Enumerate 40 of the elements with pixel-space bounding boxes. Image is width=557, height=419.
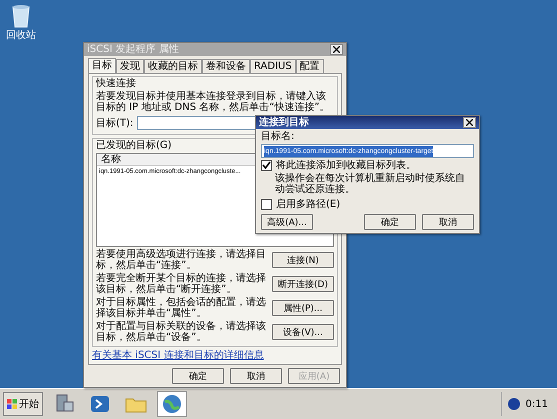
tab[interactable]: 目标 bbox=[88, 58, 116, 73]
help-link[interactable]: 有关基本 iSCSI 连接和目标的详细信息 bbox=[92, 350, 264, 361]
dialog-button[interactable]: 确定 bbox=[364, 214, 416, 230]
globe-icon bbox=[160, 392, 184, 416]
checkbox[interactable] bbox=[261, 160, 272, 171]
taskbar-app[interactable] bbox=[157, 391, 187, 417]
checkbox-label: 启用多路径(E) bbox=[276, 199, 340, 210]
description-text: 若要完全断开某个目标的连接，请选择该目标，然后单击“断开连接”。 bbox=[96, 273, 267, 295]
desktop-icon-label[interactable]: 回收站 bbox=[6, 30, 36, 41]
description-text: 若要使用高级选项进行连接，请选择目标，然后单击“连接”。 bbox=[96, 249, 267, 271]
dialog-button[interactable]: 取消 bbox=[230, 368, 282, 384]
description-text: 对于配置与目标关联的设备，请选择该目标，然后单击“设备”。 bbox=[96, 321, 267, 343]
close-button[interactable] bbox=[463, 117, 476, 128]
tab[interactable]: RADIUS bbox=[250, 59, 296, 73]
group-heading: 已发现的目标(G) bbox=[96, 140, 172, 151]
tab[interactable]: 配置 bbox=[296, 59, 324, 73]
recycle-bin-icon[interactable] bbox=[11, 4, 31, 28]
tab[interactable]: 发现 bbox=[116, 59, 144, 73]
start-icon bbox=[7, 399, 17, 409]
checkbox[interactable] bbox=[261, 199, 272, 210]
field-label: 目标名: bbox=[261, 131, 296, 142]
target-input-field[interactable] bbox=[137, 116, 258, 130]
description-text: 对于目标属性，包括会话的配置，请选择该目标并单击“属性”。 bbox=[96, 297, 267, 319]
clock[interactable]: 0:11 bbox=[526, 398, 548, 410]
note-text: 该操作会在每次计算机重新启动时使系统自动尝试还原连接。 bbox=[275, 173, 466, 195]
field-label: 目标(T): bbox=[96, 118, 134, 128]
action-button[interactable]: 断开连接(D) bbox=[272, 276, 334, 292]
start-button[interactable]: 开始 bbox=[3, 392, 43, 416]
dialog-button[interactable]: 确定 bbox=[172, 368, 224, 384]
dialog-button[interactable]: 取消 bbox=[422, 214, 474, 230]
tab[interactable]: 收藏的目标 bbox=[144, 59, 202, 73]
action-button[interactable]: 设备(V)... bbox=[272, 324, 334, 340]
dialog-button[interactable]: 高级(A)... bbox=[261, 214, 313, 230]
action-button[interactable]: 属性(P)... bbox=[272, 300, 334, 316]
window-title: iSCSI 发起程序 属性 bbox=[87, 44, 179, 55]
tab[interactable]: 卷和设备 bbox=[202, 59, 250, 73]
window-title: 连接到目标 bbox=[259, 117, 309, 128]
group-heading: 快速连接 bbox=[96, 78, 136, 89]
action-button[interactable]: 连接(N) bbox=[272, 252, 334, 268]
description-text: 若要发现目标并使用基本连接登录到目标，请键入该目标的 IP 地址或 DNS 名称，然后单击“快速连接”。 bbox=[96, 91, 331, 113]
